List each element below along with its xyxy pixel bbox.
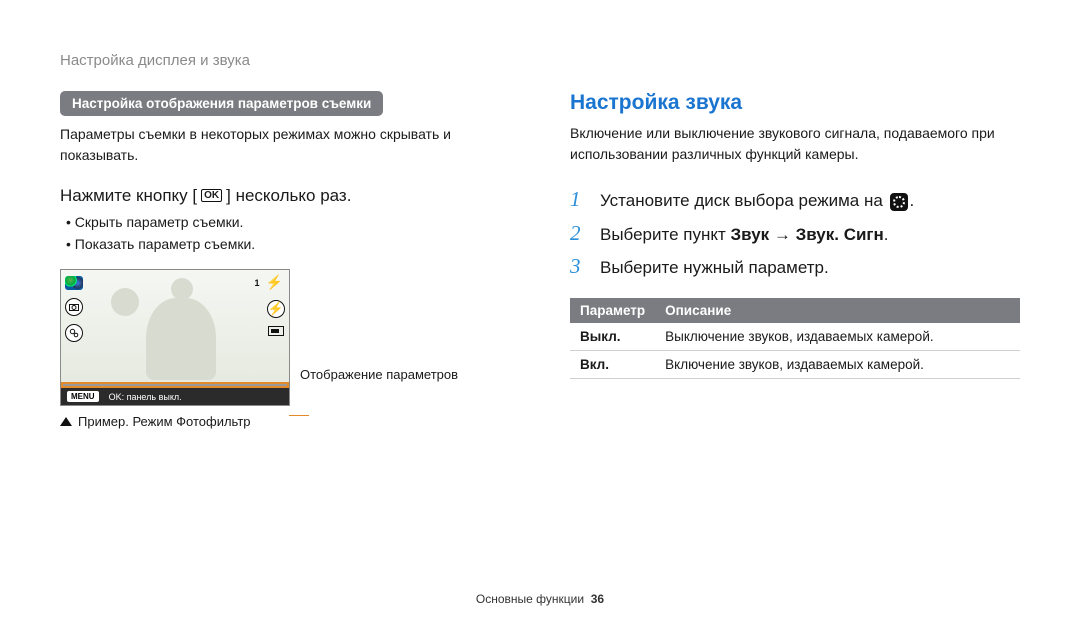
th-param: Параметр <box>570 298 655 323</box>
camera-icon <box>65 298 83 316</box>
step-list: 1 Установите диск выбора режима на . 2 В… <box>570 183 1020 284</box>
step-text: Выберите нужный параметр. <box>600 254 829 281</box>
bullet-item: Показать параметр съемки. <box>66 234 510 256</box>
table-row: Вкл. Включение звуков, издаваемых камеро… <box>570 350 1020 378</box>
figure-caption: Пример. Режим Фотофильтр <box>60 414 510 429</box>
callout-label: Отображение параметров <box>300 367 458 406</box>
silhouette-graphic <box>131 278 226 378</box>
t: Выберите пункт <box>600 225 731 244</box>
callout-connector <box>289 415 309 416</box>
bullet-item: Скрыть параметр съемки. <box>66 212 510 234</box>
lcd-figure-wrap: 1 ⚡ ⚡ <box>60 269 510 406</box>
bullet-list: Скрыть параметр съемки. Показать парамет… <box>60 212 510 255</box>
press-instruction: Нажмите кнопку [ OK ] несколько раз. <box>60 186 510 206</box>
instr-pre: Нажмите кнопку [ <box>60 186 197 206</box>
page-header: Настройка дисплея и звука <box>60 52 1020 69</box>
right-heading: Настройка звука <box>570 91 1020 115</box>
left-column: Настройка отображения параметров съемки … <box>60 91 510 429</box>
menu-path-bold: Звук. Сигн <box>796 225 884 244</box>
step-number: 1 <box>570 183 586 217</box>
th-desc: Описание <box>655 298 1020 323</box>
aspect-icon <box>268 326 284 336</box>
right-column: Настройка звука Включение или выключение… <box>570 91 1020 429</box>
instr-post: ] несколько раз. <box>226 186 351 206</box>
content-columns: Настройка отображения параметров съемки … <box>60 91 1020 429</box>
step-text-pre: Установите диск выбора режима на <box>600 191 888 210</box>
arrow-sep: → <box>769 225 795 244</box>
section-body: Параметры съемки в некоторых режимах мож… <box>60 124 510 166</box>
cell-param: Выкл. <box>570 323 655 351</box>
page-footer: Основные функции 36 <box>0 592 1080 606</box>
caption-marker-icon <box>60 417 72 426</box>
table-row: Выкл. Выключение звуков, издаваемых каме… <box>570 323 1020 351</box>
table-header-row: Параметр Описание <box>570 298 1020 323</box>
flash-circle-icon: ⚡ <box>267 300 285 318</box>
lcd-preview: 1 ⚡ ⚡ <box>61 270 289 382</box>
section-title-pill: Настройка отображения параметров съемки <box>60 91 383 116</box>
step-item: 3 Выберите нужный параметр. <box>570 250 1020 284</box>
right-body: Включение или выключение звукового сигна… <box>570 123 1020 165</box>
t: . <box>884 225 889 244</box>
caption-text: Пример. Режим Фотофильтр <box>78 414 251 429</box>
cell-param: Вкл. <box>570 350 655 378</box>
menu-path-bold: Звук <box>731 225 770 244</box>
step-item: 2 Выберите пункт Звук → Звук. Сигн. <box>570 217 1020 251</box>
step-number: 3 <box>570 250 586 284</box>
cell-desc: Включение звуков, издаваемых камерой. <box>655 350 1020 378</box>
step-text: Выберите пункт Звук → Звук. Сигн. <box>600 221 889 248</box>
gears-icon <box>65 324 83 342</box>
filter-strip <box>63 384 287 386</box>
ok-key-icon: OK <box>201 189 222 202</box>
step-text-post: . <box>910 191 915 210</box>
scene-mode-icon <box>65 276 83 290</box>
lcd-left-icons <box>65 276 83 342</box>
mode-dial-settings-icon <box>890 193 908 211</box>
param-table: Параметр Описание Выкл. Выключение звуко… <box>570 298 1020 379</box>
shot-count: 1 <box>255 278 260 288</box>
page-number: 36 <box>591 592 604 606</box>
camera-lcd: 1 ⚡ ⚡ <box>60 269 290 406</box>
step-item: 1 Установите диск выбора режима на . <box>570 183 1020 217</box>
cell-desc: Выключение звуков, издаваемых камерой. <box>655 323 1020 351</box>
flash-icon: ⚡ <box>266 274 283 291</box>
menu-badge: MENU <box>67 391 99 402</box>
step-number: 2 <box>570 217 586 251</box>
lcd-bottom-bar: MENU OK: панель выкл. <box>61 388 289 405</box>
lcd-hint-text: OK: панель выкл. <box>109 392 182 402</box>
footer-label: Основные функции <box>476 592 584 606</box>
step-text: Установите диск выбора режима на . <box>600 187 914 214</box>
